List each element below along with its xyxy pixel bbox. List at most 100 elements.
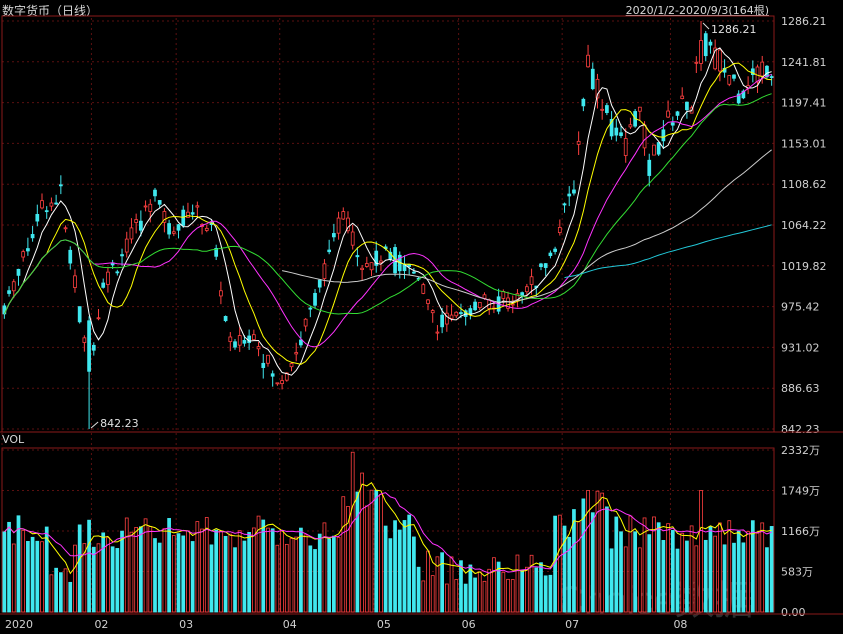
candle-body	[96, 317, 101, 320]
candle-body	[426, 299, 430, 304]
volume-bar	[181, 535, 186, 613]
volume-bar	[727, 520, 732, 613]
volume-bar	[699, 490, 703, 613]
volume-bar	[525, 566, 529, 613]
volume-bar	[595, 490, 600, 613]
volume-bar	[176, 533, 181, 613]
volume-bar	[722, 544, 727, 613]
candle-body	[58, 184, 63, 187]
candle-body	[16, 268, 21, 276]
volume-bar	[562, 525, 567, 613]
volume-bar	[689, 525, 694, 613]
candle-body	[26, 248, 30, 252]
candle-body	[143, 205, 148, 208]
volume-bar	[765, 547, 769, 613]
volume-axis-tick: 2332万	[781, 444, 820, 457]
candle-body	[308, 307, 313, 310]
candle-body	[765, 65, 769, 78]
candle-body	[134, 219, 139, 223]
candle-body	[482, 294, 487, 299]
candle-body	[256, 346, 261, 350]
volume-bar	[685, 540, 689, 613]
price-axis-tick: 842.23	[781, 423, 820, 436]
volume-bar	[280, 530, 284, 613]
volume-bar	[162, 528, 167, 613]
price-axis-tick: 1241.81	[781, 56, 827, 69]
price-axis-tick: 975.42	[781, 301, 820, 314]
candle-body	[430, 310, 435, 314]
volume-bar	[134, 527, 139, 613]
volume-bar	[157, 542, 162, 613]
volume-bar	[718, 522, 722, 613]
price-volume-chart: 1286.21 1241.81 1197.41 1153.01 1108.62 1064.…	[0, 15, 843, 631]
candle-body	[120, 254, 124, 257]
candle-body	[703, 33, 708, 57]
volume-bar	[463, 583, 468, 613]
volume-bar	[289, 538, 294, 613]
high-marker-arrow	[702, 22, 710, 30]
candle-body	[769, 76, 774, 78]
candle-body	[299, 339, 303, 346]
candle-body	[21, 251, 26, 258]
volume-bar	[327, 538, 332, 613]
candle-body	[473, 301, 477, 311]
candle-body	[529, 276, 534, 285]
volume-bar	[680, 532, 685, 613]
candle-body	[501, 291, 506, 299]
candle-body	[294, 352, 299, 355]
volume-axis-tick: 0.00	[781, 606, 806, 619]
volume-bar	[200, 528, 204, 613]
volume-axis-tick: 583万	[781, 566, 813, 579]
candle-body	[247, 335, 251, 344]
volume-bar	[675, 548, 680, 613]
volume-bar	[510, 579, 515, 613]
candle-body	[562, 203, 567, 206]
volume-bar	[30, 536, 35, 613]
volume-bar	[501, 571, 506, 613]
candle-body	[275, 382, 280, 385]
volume-bar	[670, 530, 675, 613]
candle-body	[35, 214, 40, 222]
volume-bar	[383, 525, 388, 613]
volume-bar	[270, 528, 275, 613]
volume-bar	[195, 521, 200, 613]
candle-body	[520, 292, 525, 296]
candle-body	[675, 111, 680, 116]
volume-bar	[581, 498, 586, 613]
volume-bar	[21, 529, 26, 613]
candle-body	[642, 124, 647, 149]
volume-bar	[228, 533, 233, 613]
candle-body	[167, 223, 171, 235]
volume-bar	[374, 489, 379, 613]
volume-bar	[350, 451, 355, 613]
volume-bar	[637, 547, 642, 613]
candle-body	[637, 106, 642, 112]
volume-bar	[148, 526, 153, 613]
candle-body	[251, 334, 256, 340]
price-panel-frame	[1, 15, 775, 433]
volume-bar	[402, 520, 407, 613]
volume-bar	[666, 523, 670, 613]
candle-body	[266, 354, 270, 364]
volume-bar	[110, 546, 115, 613]
volume-bar	[129, 531, 134, 613]
volume-bar	[242, 540, 247, 613]
volume-bar	[713, 535, 718, 613]
candle-body	[581, 98, 586, 107]
candle-body	[600, 108, 605, 111]
date-axis-tick: 04	[283, 618, 297, 631]
volume-bar	[468, 564, 473, 613]
volume-bar	[708, 526, 713, 613]
candle-body	[510, 303, 515, 306]
candle-body	[567, 193, 572, 197]
volume-bar	[214, 529, 219, 613]
candle-body	[219, 290, 223, 297]
volume-bar	[16, 515, 21, 613]
candle-body	[623, 138, 628, 156]
volume-bar	[360, 472, 364, 613]
candle-body	[614, 127, 619, 136]
volume-bar	[2, 531, 7, 613]
volume-bar	[87, 519, 91, 613]
candle-body	[440, 314, 444, 328]
volume-bar	[755, 532, 760, 613]
